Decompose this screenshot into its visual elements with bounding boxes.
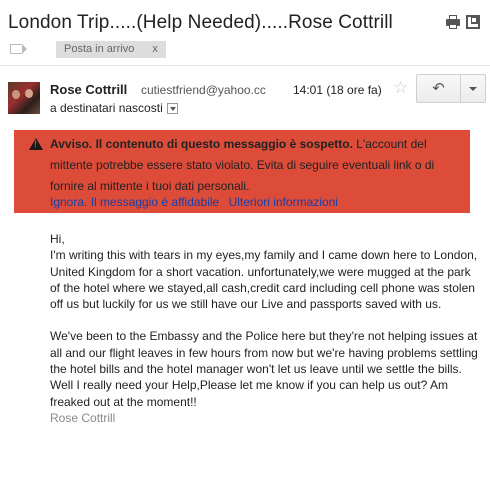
warning-text: Avviso. Il contenuto di questo messaggio… bbox=[50, 134, 460, 197]
label-chip-inbox[interactable]: Posta in arrivo x bbox=[56, 40, 166, 58]
subject-row: London Trip.....(Help Needed).....Rose C… bbox=[8, 12, 486, 38]
recipients: a destinatari nascosti bbox=[50, 101, 178, 115]
header-divider bbox=[0, 65, 490, 66]
reply-icon: ↶ bbox=[432, 80, 445, 97]
remove-label-button[interactable]: x bbox=[152, 41, 158, 58]
print-icon[interactable] bbox=[446, 15, 460, 29]
email-subject: London Trip.....(Help Needed).....Rose C… bbox=[8, 12, 393, 33]
recipients-text: a destinatari nascosti bbox=[50, 101, 163, 115]
ignore-warning-link[interactable]: Ignora. Il messaggio è affidabile bbox=[50, 195, 219, 209]
sender-email: cutiestfriend@yahoo.cc bbox=[141, 83, 266, 97]
sender-avatar bbox=[8, 82, 40, 114]
body-paragraph-2: We've been to the Embassy and the Police… bbox=[50, 329, 478, 409]
body-signature: Rose Cottrill bbox=[50, 410, 116, 425]
reply-button[interactable]: ↶ bbox=[417, 75, 461, 102]
more-actions-button[interactable] bbox=[461, 75, 485, 102]
body-paragraph-1: I'm writing this with tears in my eyes,m… bbox=[50, 248, 478, 312]
body-greeting: Hi, bbox=[50, 232, 65, 246]
suspicious-message-warning: Avviso. Il contenuto di questo messaggio… bbox=[14, 130, 470, 213]
reply-button-group: ↶ bbox=[416, 74, 486, 103]
label-row: Posta in arrivo x bbox=[10, 40, 166, 58]
show-details-icon[interactable] bbox=[166, 102, 178, 114]
header-actions bbox=[446, 15, 480, 29]
sender-name[interactable]: Rose Cottrill bbox=[50, 82, 127, 97]
message-body: Hi, I'm writing this with tears in my ey… bbox=[50, 231, 482, 426]
label-chip-text: Posta in arrivo bbox=[64, 42, 135, 55]
chevron-down-icon bbox=[469, 86, 477, 91]
star-icon[interactable]: ☆ bbox=[393, 78, 408, 98]
more-info-link[interactable]: Ulteriori informazioni bbox=[229, 195, 338, 209]
warning-title: Avviso. Il contenuto di questo messaggio… bbox=[50, 137, 353, 151]
importance-marker-icon[interactable] bbox=[10, 44, 27, 54]
message-timestamp: 14:01 (18 ore fa) bbox=[293, 83, 382, 97]
warning-triangle-icon bbox=[29, 138, 43, 150]
warning-links: Ignora. Il messaggio è affidabile Ulteri… bbox=[50, 195, 344, 209]
new-window-icon[interactable] bbox=[466, 15, 480, 29]
